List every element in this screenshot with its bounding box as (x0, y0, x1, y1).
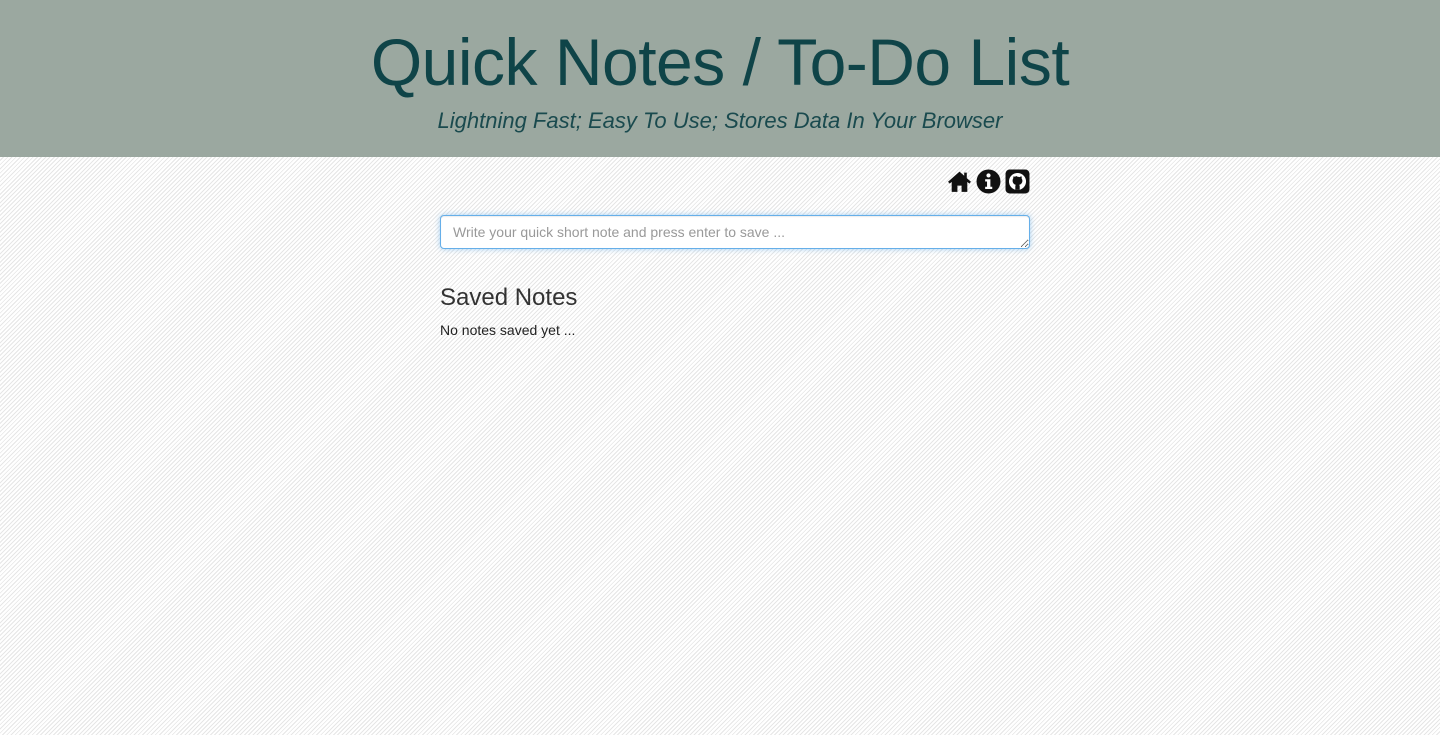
saved-notes-heading: Saved Notes (440, 284, 578, 311)
info-icon[interactable] (976, 169, 1001, 194)
page-subtitle: Lightning Fast; Easy To Use; Stores Data… (437, 108, 1003, 133)
page-title: Quick Notes / To-Do List (370, 25, 1070, 99)
note-input[interactable] (440, 215, 1030, 249)
icon-toolbar (440, 157, 1030, 215)
home-icon[interactable] (947, 169, 972, 194)
main-content: Saved Notes No notes saved yet ... (440, 157, 1030, 339)
page-header: Quick Notes / To-Do List Lightning Fast;… (0, 0, 1440, 157)
empty-notes-message: No notes saved yet ... (440, 322, 576, 338)
github-icon[interactable] (1005, 169, 1030, 194)
